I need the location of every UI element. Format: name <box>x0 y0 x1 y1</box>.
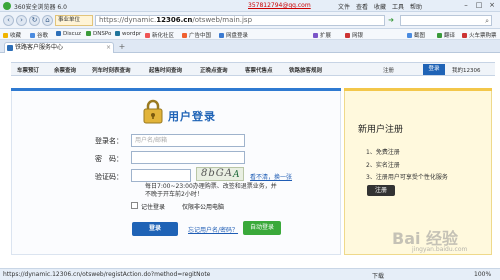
bookmark-favorites[interactable]: 收藏 <box>3 31 21 39</box>
bookmark-wordpress[interactable]: wordpr <box>115 31 141 37</box>
url-domain: 12306.cn <box>156 16 193 24</box>
new-tab-icon[interactable]: + <box>117 42 127 52</box>
nav-ticket-agents[interactable]: 客票代售点 <box>245 66 273 74</box>
site-nav: 车票预订 余票查询 列车时刻表查询 起售时间查询 正晚点查询 客票代售点 铁路旅… <box>11 62 495 76</box>
nav-login-link[interactable]: 登录 <box>423 64 445 75</box>
status-bar: https://dynamic.12306.cn/otsweb/registAc… <box>0 268 500 280</box>
nav-my12306-link[interactable]: 我的12306 <box>452 66 481 74</box>
minimize-icon[interactable]: – <box>460 1 472 10</box>
baidu-watermark-url: jingyan.baidu.com <box>412 246 468 253</box>
auto-login-button[interactable]: 自动登录 <box>243 221 281 235</box>
wordpress-icon <box>115 31 120 36</box>
register-step-3: 3、注册用户可享受个性化服务 <box>366 174 448 181</box>
ad-icon <box>182 33 187 38</box>
window-titlebar: 360安全浏览器 6.0 357812794@qq.com 文件 查看 收藏 工… <box>0 0 500 12</box>
nav-book-tickets[interactable]: 车票预订 <box>17 66 39 74</box>
status-link-url: https://dynamic.12306.cn/otsweb/registAc… <box>3 271 211 278</box>
nav-passenger-rules[interactable]: 铁路旅客规则 <box>289 66 322 74</box>
service-hours-notice: 每日7:00~23:00办理购票、改签和退票业务，并不晚于开车前2小时！ <box>145 183 277 198</box>
login-button[interactable]: 登录 <box>132 222 178 236</box>
menu-tools[interactable]: 工具 <box>392 2 404 11</box>
bookmark-ad-china[interactable]: 广告中国 <box>182 31 211 39</box>
train-icon <box>462 33 467 38</box>
register-step-1: 1、免费注册 <box>366 149 400 156</box>
captcha-field[interactable] <box>131 169 191 182</box>
scissors-icon <box>407 33 412 38</box>
download-button[interactable]: 下载 <box>372 271 384 280</box>
register-title: 新用户注册 <box>358 125 404 135</box>
xinhua-icon <box>145 33 150 38</box>
close-icon[interactable]: × <box>106 43 111 53</box>
home-icon[interactable]: ⌂ <box>42 15 53 26</box>
bookmark-train-tickets[interactable]: 火车票购票 <box>462 31 497 39</box>
captcha-label: 验证码： <box>95 173 123 181</box>
extension-icon <box>313 33 318 38</box>
url-prefix: https://dynamic. <box>99 16 157 24</box>
user-account-link[interactable]: 357812794@qq.com <box>248 2 311 9</box>
search-icon[interactable]: ⌕ <box>485 17 489 25</box>
nav-register-link[interactable]: 注册 <box>383 66 394 74</box>
username-label: 登录名： <box>95 137 123 145</box>
discuz-icon <box>56 31 61 36</box>
nav-remaining-tickets[interactable]: 余票查询 <box>54 66 76 74</box>
nav-sale-time[interactable]: 起售时间查询 <box>149 66 182 74</box>
register-button[interactable]: 注册 <box>367 185 395 196</box>
username-field[interactable]: 用户名/邮箱 <box>131 134 245 147</box>
register-step-2: 2、实名注册 <box>366 162 400 169</box>
nav-delay-query[interactable]: 正晚点查询 <box>200 66 228 74</box>
bookmark-screenshot[interactable]: 截图 <box>407 31 425 39</box>
forgot-password-link[interactable]: 忘记用户名/密码？ <box>188 225 238 234</box>
forward-icon[interactable]: › <box>16 15 27 26</box>
remember-login-label: 记住登录 <box>141 204 166 211</box>
menu-file[interactable]: 文件 <box>338 2 350 11</box>
url-path: /otsweb/main.jsp <box>192 16 253 24</box>
remember-login-checkbox[interactable] <box>131 202 138 209</box>
back-icon[interactable]: ‹ <box>3 15 14 26</box>
bookmark-google[interactable]: 谷歌 <box>30 31 48 39</box>
netdisk-icon <box>219 33 224 38</box>
menu-help[interactable]: 帮助 <box>410 2 422 11</box>
menu-view[interactable]: 查看 <box>356 2 368 11</box>
address-toolbar: ‹ › ↻ ⌂ 事业单位 https://dynamic.12306.cn/ot… <box>0 12 500 29</box>
tab-title: 铁路客户服务中心 <box>15 44 64 51</box>
go-arrow-icon[interactable]: ➜ <box>386 15 396 26</box>
refresh-icon[interactable]: ↻ <box>29 15 40 26</box>
window-title: 360安全浏览器 6.0 <box>14 4 67 11</box>
lock-icon <box>143 99 163 124</box>
maximize-icon[interactable]: □ <box>473 1 485 10</box>
captcha-image[interactable]: 8bGA A <box>196 167 244 181</box>
bookmark-netdisk[interactable]: 网盘登录 <box>219 31 248 39</box>
bookmark-translate[interactable]: 翻译 <box>437 31 455 39</box>
bank-icon <box>345 33 350 38</box>
address-input[interactable]: https://dynamic.12306.cn/otsweb/main.jsp <box>95 15 385 26</box>
tab-strip: 铁路客户服务中心 × + <box>0 40 500 53</box>
bookmark-xinhua[interactable]: 新化社区 <box>145 31 174 39</box>
browser-logo-icon <box>3 2 11 10</box>
tab-12306[interactable]: 铁路客户服务中心 × <box>4 42 114 53</box>
bookmark-netbank[interactable]: 网银 <box>345 31 363 39</box>
star-icon <box>3 33 8 38</box>
dnspod-icon <box>86 31 91 36</box>
password-label: 密 码： <box>95 155 123 163</box>
login-title: 用户登录 <box>168 110 216 123</box>
bookmark-extensions[interactable]: 扩展 <box>313 31 331 39</box>
site-certification-badge[interactable]: 事业单位 <box>55 15 93 26</box>
refresh-captcha-link[interactable]: 看不清，换一张 <box>250 172 292 181</box>
translate-icon <box>437 33 442 38</box>
bookmark-discuz[interactable]: Discuz <box>56 31 81 37</box>
close-window-icon[interactable]: × <box>486 1 498 10</box>
bookmarks-bar: 收藏 谷歌 Discuz DNSPo wordpr 新化社区 广告中国 网盘登录… <box>0 29 500 40</box>
remember-login-note: 仅限非公用电脑 <box>182 204 225 211</box>
site-favicon-icon <box>7 45 13 51</box>
google-icon <box>30 33 35 38</box>
menu-favorites[interactable]: 收藏 <box>374 2 386 11</box>
search-input[interactable]: ⌕ <box>400 15 492 26</box>
zoom-level[interactable]: 100% <box>474 271 491 278</box>
nav-timetable[interactable]: 列车时刻表查询 <box>92 66 131 74</box>
password-field[interactable] <box>131 151 245 164</box>
bookmark-dnspod[interactable]: DNSPo <box>86 31 111 37</box>
